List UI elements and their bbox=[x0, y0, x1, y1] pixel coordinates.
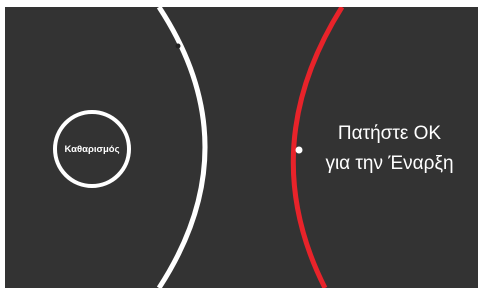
prompt-line-1: Πατήστε ΟΚ bbox=[337, 123, 442, 144]
white-arc-marker-icon bbox=[175, 43, 181, 49]
white-selection-arc bbox=[156, 7, 208, 288]
mode-label: Καθαρισμός bbox=[64, 143, 120, 155]
start-prompt: Πατήστε ΟΚ για την Έναρξη bbox=[301, 119, 478, 179]
mode-button[interactable]: Καθαρισμός bbox=[53, 110, 131, 188]
prompt-line-2: για την Έναρξη bbox=[325, 153, 454, 174]
appliance-screen: Καθαρισμός Πατήστε ΟΚ για την Έναρξη bbox=[5, 7, 478, 288]
